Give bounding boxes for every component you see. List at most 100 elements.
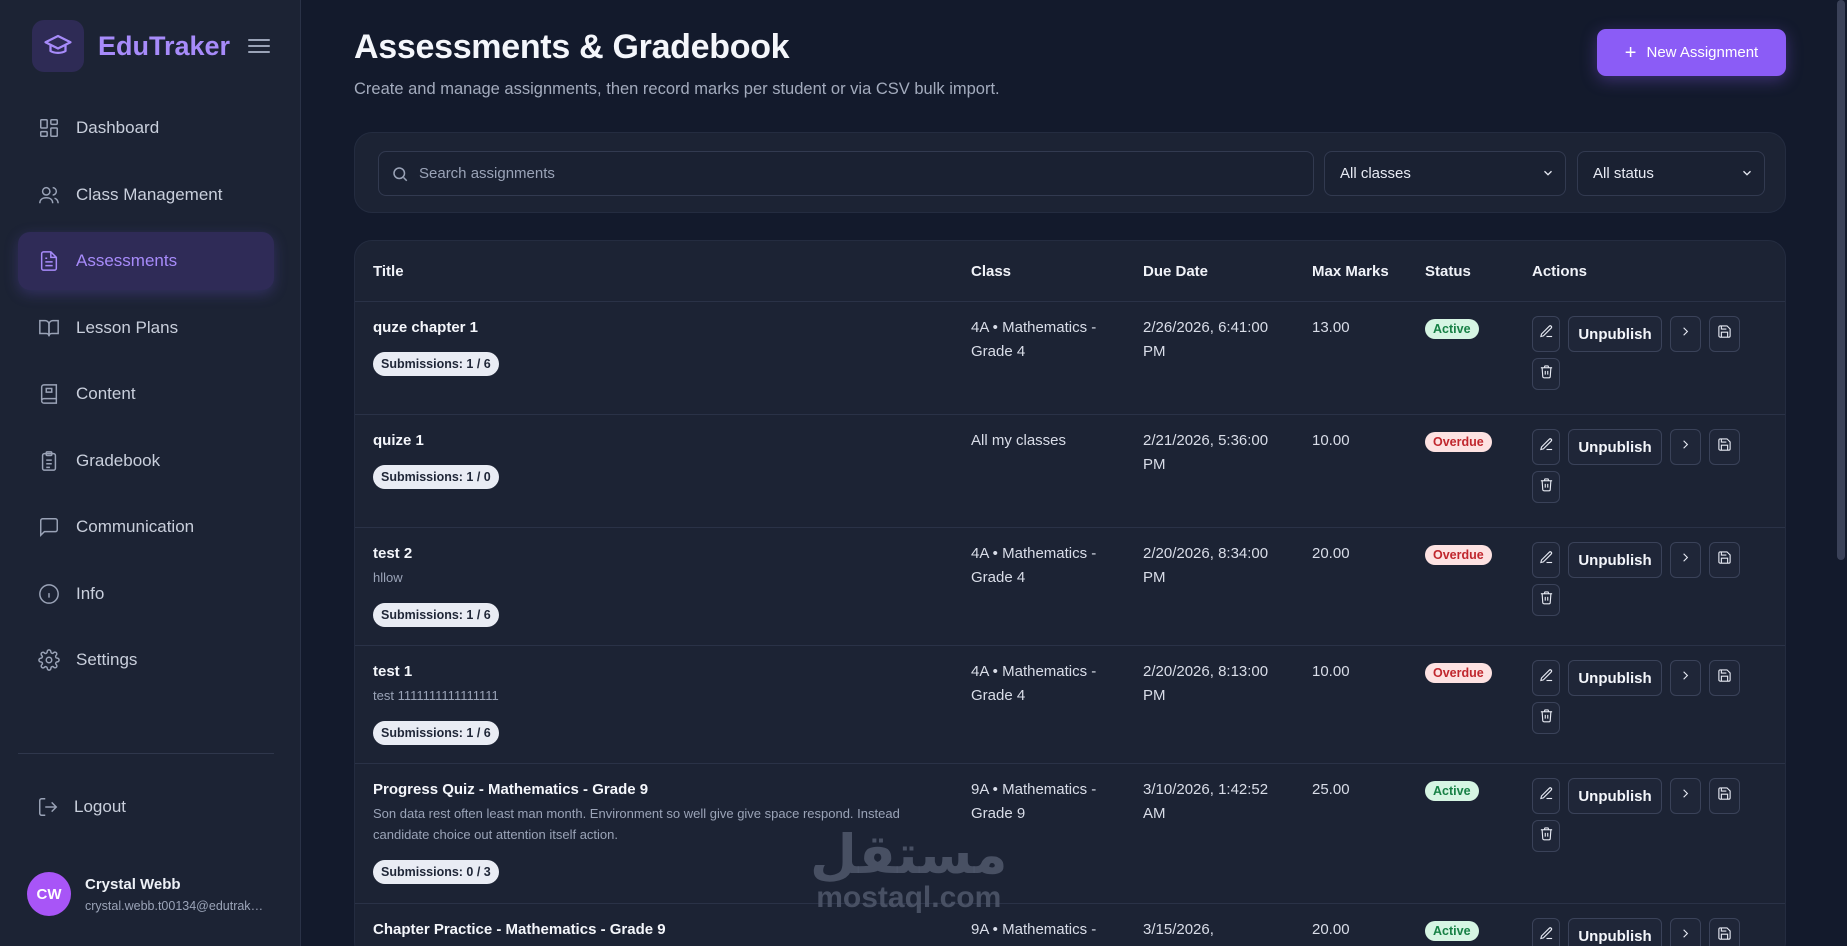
unpublish-button[interactable]: Unpublish bbox=[1568, 542, 1662, 578]
search-input[interactable] bbox=[419, 165, 1299, 182]
submissions-badge: Submissions: 1 / 6 bbox=[373, 603, 499, 627]
chevron-right-icon bbox=[1678, 926, 1693, 946]
max-marks: 10.00 bbox=[1312, 663, 1350, 680]
column-header-title[interactable]: Title bbox=[373, 263, 404, 280]
user-profile[interactable]: CW Crystal Webb crystal.webb.t00134@edut… bbox=[27, 872, 277, 916]
status-badge: Active bbox=[1425, 781, 1479, 801]
save-icon bbox=[1717, 786, 1732, 806]
watermark: مستقل mostaql.com bbox=[810, 828, 1008, 914]
assignment-title[interactable]: quze chapter 1 bbox=[373, 316, 478, 340]
class-name: 4A • Mathematics - bbox=[971, 663, 1097, 680]
app-name: EduTraker bbox=[98, 30, 231, 61]
assignment-title[interactable]: test 2 bbox=[373, 542, 412, 566]
open-button[interactable] bbox=[1670, 316, 1701, 352]
edit-button[interactable] bbox=[1532, 778, 1560, 814]
menu-toggle-icon[interactable] bbox=[248, 35, 270, 57]
submissions-badge: Submissions: 0 / 3 bbox=[373, 860, 499, 884]
save-button[interactable] bbox=[1709, 316, 1740, 352]
max-marks: 20.00 bbox=[1312, 545, 1350, 562]
sidebar-item-dashboard[interactable]: Dashboard bbox=[18, 99, 274, 157]
status-filter-select[interactable]: All status bbox=[1577, 151, 1765, 196]
assignment-title[interactable]: test 1 bbox=[373, 660, 412, 684]
unpublish-button[interactable]: Unpublish bbox=[1568, 660, 1662, 696]
assignment-title[interactable]: Progress Quiz - Mathematics - Grade 9 bbox=[373, 778, 648, 802]
sidebar-item-settings[interactable]: Settings bbox=[18, 631, 274, 689]
edit-button[interactable] bbox=[1532, 429, 1560, 465]
due-date: 2/20/2026, 8:34:00 bbox=[1143, 545, 1269, 562]
pencil-icon bbox=[1539, 926, 1554, 946]
delete-button[interactable] bbox=[1532, 702, 1560, 734]
trash-icon bbox=[1539, 364, 1554, 384]
max-marks: 20.00 bbox=[1312, 921, 1350, 938]
save-button[interactable] bbox=[1709, 429, 1740, 465]
sidebar-item-gradebook[interactable]: Gradebook bbox=[18, 432, 274, 490]
logout-button[interactable]: Logout bbox=[37, 796, 126, 818]
sidebar-item-label: Assessments bbox=[76, 251, 178, 270]
file-text-icon bbox=[37, 249, 61, 273]
sidebar-item-lesson-plans[interactable]: Lesson Plans bbox=[18, 299, 274, 357]
pencil-icon bbox=[1539, 437, 1554, 457]
dashboard-icon bbox=[37, 116, 61, 140]
chevron-down-icon bbox=[1740, 166, 1754, 180]
graduation-cap-icon[interactable] bbox=[32, 20, 84, 72]
open-button[interactable] bbox=[1670, 542, 1701, 578]
sidebar-item-communication[interactable]: Communication bbox=[18, 498, 274, 556]
sidebar: EduTraker Dashboard Class Management Ass… bbox=[0, 0, 301, 946]
trash-icon bbox=[1539, 477, 1554, 497]
column-header-due-date[interactable]: Due Date bbox=[1143, 263, 1208, 280]
unpublish-button[interactable]: Unpublish bbox=[1568, 918, 1662, 946]
save-button[interactable] bbox=[1709, 542, 1740, 578]
chevron-right-icon bbox=[1678, 437, 1693, 457]
filter-bar: All classes All status bbox=[354, 132, 1786, 213]
unpublish-button[interactable]: Unpublish bbox=[1568, 778, 1662, 814]
open-button[interactable] bbox=[1670, 429, 1701, 465]
due-date: 2/20/2026, 8:13:00 bbox=[1143, 663, 1269, 680]
delete-button[interactable] bbox=[1532, 471, 1560, 503]
delete-button[interactable] bbox=[1532, 820, 1560, 852]
assignment-title[interactable]: quize 1 bbox=[373, 429, 424, 453]
new-assignment-button[interactable]: + New Assignment bbox=[1597, 29, 1786, 76]
save-icon bbox=[1717, 437, 1732, 457]
delete-button[interactable] bbox=[1532, 584, 1560, 616]
unpublish-button[interactable]: Unpublish bbox=[1568, 429, 1662, 465]
save-button[interactable] bbox=[1709, 778, 1740, 814]
max-marks: 25.00 bbox=[1312, 781, 1350, 798]
sidebar-item-assessments[interactable]: Assessments bbox=[18, 232, 274, 290]
class-name: 4A • Mathematics - bbox=[971, 319, 1097, 336]
logout-icon bbox=[39, 798, 58, 816]
avatar: CW bbox=[27, 872, 71, 916]
page-title: Assessments & Gradebook bbox=[354, 28, 790, 66]
sidebar-item-content[interactable]: Content bbox=[18, 365, 274, 423]
sidebar-item-label: Settings bbox=[76, 650, 138, 669]
sidebar-item-info[interactable]: Info bbox=[18, 565, 274, 623]
new-assignment-label: New Assignment bbox=[1646, 44, 1759, 61]
delete-button[interactable] bbox=[1532, 358, 1560, 390]
sidebar-nav: Dashboard Class Management Assessments L… bbox=[18, 99, 274, 698]
save-icon bbox=[1717, 668, 1732, 688]
scrollbar[interactable] bbox=[1837, 0, 1845, 560]
search-icon bbox=[393, 166, 408, 181]
save-button[interactable] bbox=[1709, 918, 1740, 946]
edit-button[interactable] bbox=[1532, 660, 1560, 696]
open-button[interactable] bbox=[1670, 778, 1701, 814]
column-header-status[interactable]: Status bbox=[1425, 263, 1471, 280]
save-icon bbox=[1717, 324, 1732, 344]
due-date: 3/10/2026, 1:42:52 bbox=[1143, 781, 1269, 798]
open-button[interactable] bbox=[1670, 918, 1701, 946]
edit-button[interactable] bbox=[1532, 316, 1560, 352]
column-header-class[interactable]: Class bbox=[971, 263, 1011, 280]
class-filter-select[interactable]: All classes bbox=[1324, 151, 1566, 196]
max-marks: 10.00 bbox=[1312, 432, 1350, 449]
edit-button[interactable] bbox=[1532, 918, 1560, 946]
unpublish-button[interactable]: Unpublish bbox=[1568, 316, 1662, 352]
assignment-title[interactable]: Chapter Practice - Mathematics - Grade 9 bbox=[373, 918, 666, 942]
edit-button[interactable] bbox=[1532, 542, 1560, 578]
class-name: 9A • Mathematics - bbox=[971, 921, 1097, 938]
users-icon bbox=[37, 183, 61, 207]
clipboard-icon bbox=[37, 449, 61, 473]
column-header-max-marks[interactable]: Max Marks bbox=[1312, 263, 1389, 280]
sidebar-item-class-management[interactable]: Class Management bbox=[18, 166, 274, 224]
open-button[interactable] bbox=[1670, 660, 1701, 696]
save-button[interactable] bbox=[1709, 660, 1740, 696]
table-row: quze chapter 1 Submissions: 1 / 6 4A • Mat… bbox=[355, 302, 1785, 415]
